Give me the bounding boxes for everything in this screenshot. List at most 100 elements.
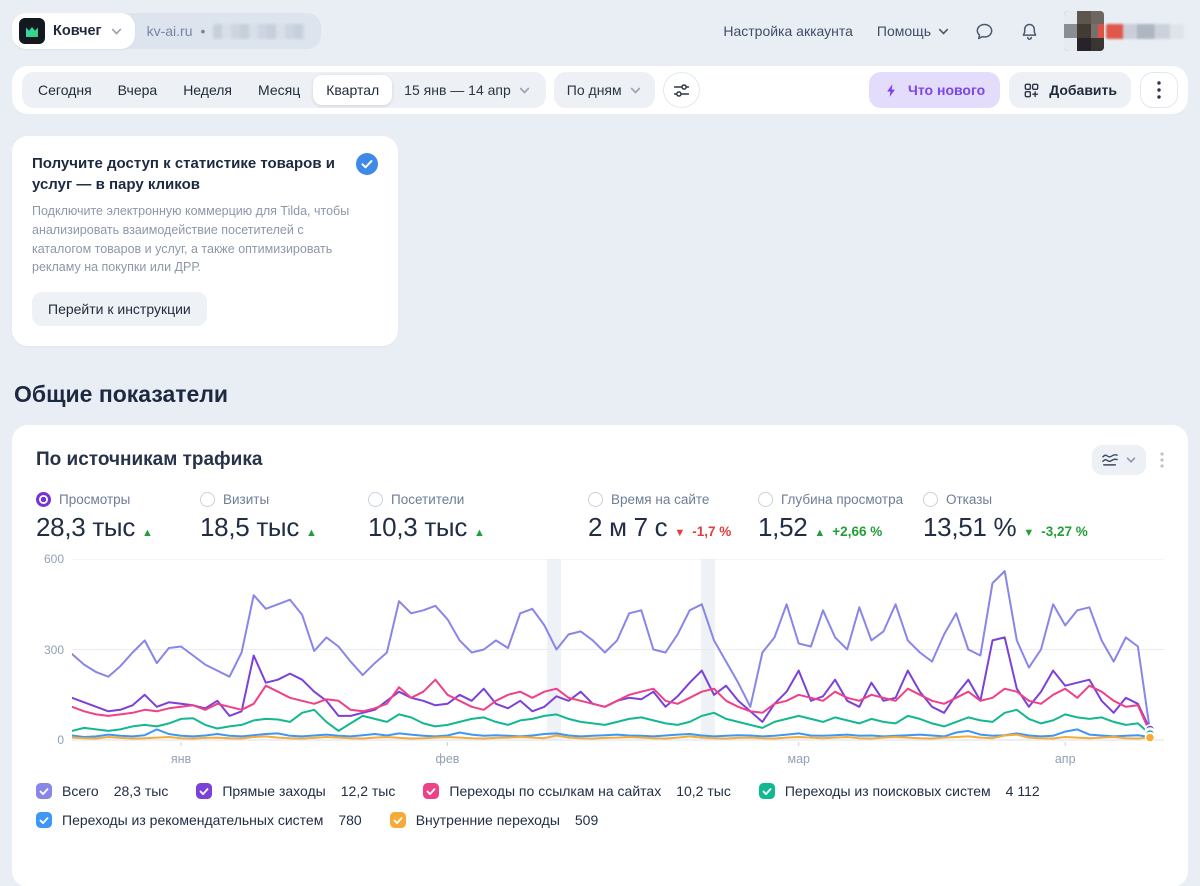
chart-legend: Всего 28,3 тыс Прямые заходы 12,2 тыс Пе… (36, 783, 1164, 828)
checkbox-checked-icon (36, 783, 52, 799)
metric-label: Просмотры (59, 492, 131, 507)
period-quarter[interactable]: Квартал (313, 75, 393, 105)
date-range-value: 15 янв — 14 апр (404, 82, 511, 98)
lightning-bolt-icon (887, 83, 895, 97)
metric-label: Визиты (223, 492, 270, 507)
metric-value: 1,52 (758, 512, 808, 542)
radio-icon (368, 492, 383, 507)
metric-depth[interactable]: Глубина просмотра 1,52 ▲ +2,66 % (758, 492, 923, 543)
account-settings-link[interactable]: Настройка аккаунта (723, 23, 853, 39)
app-name: Ковчег (53, 23, 102, 39)
metric-label: Время на сайте (611, 492, 710, 507)
y-axis-labels: 0 300 600 (36, 552, 64, 747)
feedback-chat-icon[interactable] (974, 21, 995, 42)
legend-value: 780 (338, 812, 362, 828)
legend-label: Прямые заходы (222, 783, 326, 799)
metric-delta: -1,7 % (692, 524, 732, 539)
x-tick-label: янв (171, 752, 192, 766)
metric-bounces[interactable]: Отказы 13,51 % ▼ -3,27 % (923, 492, 1088, 543)
avatar (1064, 11, 1104, 51)
checkbox-checked-icon (196, 783, 213, 799)
series-line[interactable] (71, 636, 1151, 731)
add-label: Добавить (1049, 82, 1117, 98)
metric-delta: +2,66 % (832, 524, 883, 539)
x-tick-label: мар (787, 752, 810, 766)
legend-value: 12,2 тыс (340, 783, 396, 799)
segments-filter-button[interactable] (662, 72, 700, 108)
radio-icon (758, 492, 773, 507)
period-week[interactable]: Неделя (170, 75, 245, 105)
trend-arrow-icon: ▼ (1023, 527, 1035, 539)
legend-value: 4 112 (1005, 783, 1040, 799)
whats-new-label: Что нового (908, 82, 986, 98)
metric-value: 28,3 тыс (36, 512, 136, 542)
metric-value: 2 м 7 с (588, 512, 668, 542)
promo-instruction-button[interactable]: Перейти к инструкции (32, 292, 207, 326)
whats-new-button[interactable]: Что нового (869, 72, 1001, 108)
counter-info[interactable]: kv-ai.ru • (135, 23, 322, 39)
radio-selected-icon (36, 492, 51, 507)
legend-item-recommendation[interactable]: Переходы из рекомендательных систем 780 (36, 812, 362, 828)
legend-value: 10,2 тыс (676, 783, 731, 799)
legend-item-internal[interactable]: Внутренние переходы 509 (389, 812, 598, 828)
app-switcher-button[interactable]: Ковчег (12, 13, 135, 49)
widgets-grid-icon (1024, 83, 1039, 97)
checkbox-checked-icon (423, 783, 440, 799)
kebab-menu-icon (1157, 81, 1161, 99)
toolbar-more-menu[interactable] (1140, 72, 1178, 108)
widget-more-menu[interactable] (1160, 452, 1164, 468)
checkbox-checked-icon (389, 812, 406, 828)
series-endpoint-dot (1144, 732, 1156, 743)
trend-arrow-icon: ▲ (306, 527, 317, 539)
checkbox-checked-icon (758, 783, 775, 799)
counter-id-redacted (213, 23, 306, 39)
traffic-sources-widget: По источникам трафика Просмотры 28,3 тыс… (12, 425, 1188, 886)
x-tick-label: апр (1055, 752, 1076, 766)
add-widget-button[interactable]: Добавить (1009, 72, 1131, 108)
notifications-bell-icon[interactable] (1019, 21, 1040, 42)
chart-canvas[interactable]: янв фев мар апр (71, 558, 1164, 771)
filters-toolbar: Сегодня Вчера Неделя Месяц Квартал 15 ян… (12, 66, 1188, 114)
y-tick-label: 0 (57, 733, 64, 747)
legend-item-site-links[interactable]: Переходы по ссылкам на сайтах 10,2 тыс (423, 783, 731, 799)
chevron-down-icon (938, 28, 949, 35)
series-line[interactable] (71, 678, 1151, 734)
y-tick-label: 300 (43, 642, 64, 657)
legend-item-total[interactable]: Всего 28,3 тыс (36, 783, 168, 799)
line-chart[interactable]: 0 300 600 янв фев мар апр (36, 552, 1164, 771)
radio-icon (200, 492, 215, 507)
metric-visits[interactable]: Визиты 18,5 тыс ▲ (200, 492, 368, 543)
top-header: Ковчег kv-ai.ru • Настройка аккаунта Пом… (0, 0, 1200, 60)
period-yesterday[interactable]: Вчера (105, 75, 171, 105)
trend-arrow-icon: ▼ (674, 527, 686, 539)
chart-type-select[interactable] (1092, 445, 1146, 475)
legend-item-direct[interactable]: Прямые заходы 12,2 тыс (196, 783, 395, 799)
metric-visitors[interactable]: Посетители 10,3 тыс ▲ (368, 492, 588, 543)
series-line[interactable] (71, 728, 1151, 738)
user-menu[interactable] (1064, 11, 1184, 51)
y-tick-label: 600 (43, 552, 64, 566)
help-menu[interactable]: Помощь (877, 23, 950, 39)
chevron-down-icon (630, 87, 640, 94)
trend-arrow-icon: ▲ (814, 527, 826, 539)
legend-value: 28,3 тыс (113, 783, 169, 799)
metric-label: Глубина просмотра (781, 492, 904, 507)
granularity-select[interactable]: По дням (553, 72, 655, 108)
date-range-picker[interactable]: 15 янв — 14 апр (392, 82, 543, 98)
legend-item-search[interactable]: Переходы из поисковых систем 4 112 (758, 783, 1040, 799)
period-month[interactable]: Месяц (245, 75, 313, 105)
ecommerce-promo-card: Получите доступ к статистике товаров и у… (12, 136, 398, 346)
metric-tabs: Просмотры 28,3 тыс ▲ Визиты 18,5 тыс ▲ П… (36, 492, 1164, 543)
chevron-down-icon (519, 87, 529, 94)
metric-time-on-site[interactable]: Время на сайте 2 м 7 с ▼ -1,7 % (588, 492, 758, 543)
metric-value: 13,51 % (923, 512, 1017, 542)
sliders-icon (673, 83, 689, 97)
legend-label: Всего (62, 783, 99, 799)
granularity-value: По дням (566, 82, 622, 98)
period-today[interactable]: Сегодня (25, 75, 105, 105)
metric-delta: -3,27 % (1041, 524, 1088, 539)
metric-views[interactable]: Просмотры 28,3 тыс ▲ (36, 492, 200, 543)
legend-label: Переходы из рекомендательных систем (62, 812, 324, 828)
chevron-down-icon (1126, 457, 1136, 463)
counter-domain: kv-ai.ru (146, 23, 193, 39)
